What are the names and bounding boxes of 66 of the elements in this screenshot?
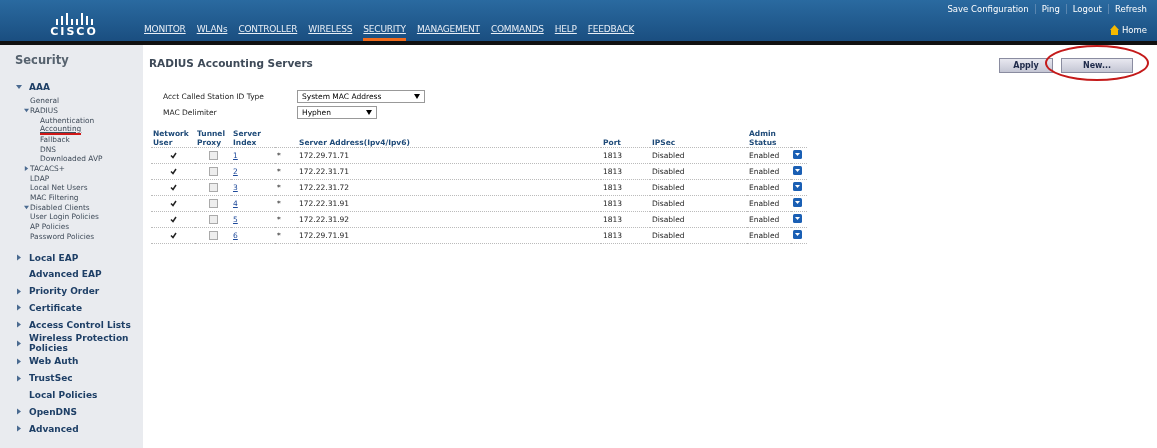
- dropdown-arrow-icon: [366, 110, 372, 115]
- checkbox[interactable]: [169, 184, 177, 192]
- collapsed-arrow-icon[interactable]: [16, 425, 22, 433]
- dropdown-arrow-icon[interactable]: [793, 166, 802, 175]
- sidebar-item[interactable]: Local EAP: [29, 252, 79, 263]
- sidebar-item[interactable]: AAA: [29, 82, 50, 93]
- checkbox[interactable]: [208, 215, 218, 225]
- sidebar-item[interactable]: Advanced EAP: [29, 269, 102, 280]
- home-icon: [1109, 25, 1119, 35]
- nav-tab[interactable]: COMMANDS: [490, 24, 544, 41]
- nav-tab[interactable]: MANAGEMENT: [416, 24, 480, 41]
- collapsed-arrow-icon[interactable]: [16, 358, 22, 365]
- collapsed-arrow-icon[interactable]: [16, 287, 22, 295]
- nav-tab[interactable]: SECURITY: [363, 24, 406, 41]
- checkbox[interactable]: [169, 232, 177, 240]
- header-link[interactable]: Logout: [1072, 4, 1102, 14]
- dropdown-arrow-icon[interactable]: [793, 198, 802, 207]
- checkbox[interactable]: [169, 168, 177, 176]
- checkbox[interactable]: [169, 200, 177, 208]
- header-link[interactable]: Refresh: [1114, 4, 1147, 14]
- home-link[interactable]: Home: [1121, 25, 1147, 35]
- sidebar-item[interactable]: Local Policies: [29, 390, 98, 401]
- sidebar-item[interactable]: Access Control Lists: [29, 319, 131, 330]
- action-button[interactable]: New...: [1061, 58, 1133, 73]
- checkbox[interactable]: [208, 167, 218, 177]
- dropdown-arrow-icon[interactable]: [793, 230, 802, 239]
- checkbox[interactable]: [208, 151, 218, 161]
- checkbox[interactable]: [169, 216, 177, 224]
- nav-tab[interactable]: HELP: [554, 24, 577, 41]
- sidebar-item[interactable]: Priority Order: [29, 286, 100, 297]
- nav-tab[interactable]: FEEDBACK: [587, 24, 635, 41]
- nav-tab[interactable]: WLANs: [196, 24, 228, 41]
- sidebar-item[interactable]: Web Auth: [29, 356, 79, 367]
- checkbox[interactable]: [169, 152, 177, 160]
- sidebar-item[interactable]: Certificate: [29, 302, 83, 313]
- collapsed-arrow-icon[interactable]: [16, 254, 22, 261]
- logo-text: CISCO: [50, 25, 98, 38]
- expanded-arrow-icon[interactable]: [24, 204, 29, 210]
- nav-tab[interactable]: CONTROLLER: [238, 24, 298, 41]
- sidebar-item[interactable]: Advanced: [29, 423, 79, 434]
- dropdown-arrow-icon[interactable]: [793, 150, 802, 159]
- collapsed-arrow-icon[interactable]: [16, 321, 22, 329]
- nav-tab[interactable]: WIRELESS: [308, 24, 353, 41]
- header-link[interactable]: Save Configuration: [947, 4, 1029, 14]
- page-title: RADIUS Accounting Servers: [149, 57, 313, 69]
- checkbox[interactable]: [208, 183, 218, 193]
- expanded-arrow-icon[interactable]: [16, 84, 22, 91]
- dropdown-arrow-icon[interactable]: [793, 214, 802, 223]
- nav-tab[interactable]: MONITOR: [144, 24, 186, 41]
- sidebar-item[interactable]: Wireless Protection Policies: [29, 333, 139, 354]
- collapsed-arrow-icon[interactable]: [16, 408, 22, 416]
- collapsed-arrow-icon[interactable]: [24, 165, 29, 171]
- checkbox[interactable]: [208, 231, 218, 241]
- action-button[interactable]: Apply: [999, 58, 1053, 73]
- sidebar-item[interactable]: OpenDNS: [29, 406, 78, 417]
- dropdown-arrow-icon[interactable]: [793, 182, 802, 191]
- sidebar-title: Security: [14, 53, 70, 67]
- dropdown-arrow-icon: [414, 94, 420, 99]
- header-link[interactable]: Ping: [1041, 4, 1060, 14]
- collapsed-arrow-icon[interactable]: [16, 339, 22, 347]
- collapsed-arrow-icon[interactable]: [16, 374, 22, 382]
- checkbox[interactable]: [208, 199, 218, 209]
- logo-bars-icon: [55, 13, 93, 25]
- sidebar-item[interactable]: TrustSec: [29, 373, 73, 384]
- collapsed-arrow-icon[interactable]: [16, 304, 22, 312]
- expanded-arrow-icon[interactable]: [24, 107, 29, 113]
